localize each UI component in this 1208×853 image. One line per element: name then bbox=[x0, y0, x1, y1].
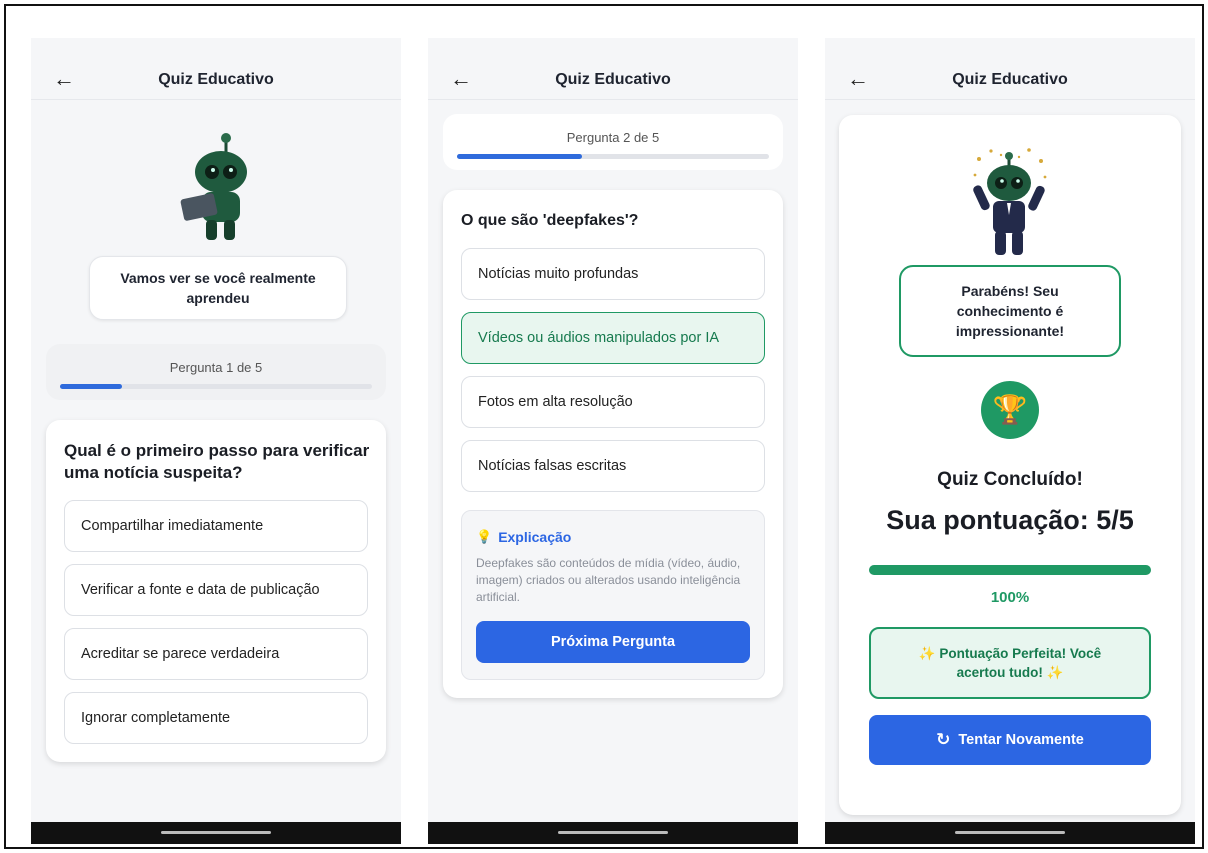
answer-option[interactable]: Notícias muito profundas bbox=[461, 248, 765, 300]
quiz-screen-results: ← Quiz Educativo Parabéns! Seu conhecime… bbox=[825, 38, 1195, 844]
progress-fill bbox=[60, 384, 123, 389]
explanation-header: 💡 Explicação bbox=[476, 529, 571, 545]
answer-label: Acreditar se parece verdadeira bbox=[81, 646, 280, 662]
score-text: Sua pontuação: 5/5 bbox=[886, 505, 1134, 535]
app-title: Quiz Educativo bbox=[158, 70, 274, 88]
question-card: O que são 'deepfakes'? Notícias muito pr… bbox=[443, 190, 783, 698]
progress-card: Pergunta 2 de 5 bbox=[443, 114, 783, 170]
home-indicator[interactable] bbox=[955, 831, 1065, 834]
quiz-screen-question-2: ← Quiz Educativo Pergunta 2 de 5 O que s… bbox=[428, 38, 798, 844]
status-bar bbox=[825, 38, 1195, 60]
answer-label: Verificar a fonte e data de publicação bbox=[81, 582, 320, 598]
question-text: O que são 'deepfakes'? bbox=[461, 212, 639, 229]
score-progress-track bbox=[869, 565, 1151, 575]
explanation-box: 💡 Explicação Deepfakes são conteúdos de … bbox=[461, 510, 765, 680]
trophy-badge: 🏆 bbox=[981, 381, 1039, 439]
app-bar: ← Quiz Educativo bbox=[825, 60, 1195, 100]
explanation-text: Deepfakes são conteúdos de mídia (vídeo,… bbox=[476, 556, 741, 604]
retry-label: Tentar Novamente bbox=[958, 732, 1084, 748]
perfect-score-text: ✨ Pontuação Perfeita! Você acertou tudo!… bbox=[918, 646, 1102, 680]
answer-label: Compartilhar imediatamente bbox=[81, 518, 264, 534]
robot-mascot-celebrating bbox=[973, 148, 1047, 255]
answer-option[interactable]: Fotos em alta resolução bbox=[461, 376, 765, 428]
robot-mascot bbox=[180, 133, 247, 240]
speech-bubble: Parabéns! Seu conhecimento é impressiona… bbox=[899, 265, 1121, 357]
perfect-score-banner: ✨ Pontuação Perfeita! Você acertou tudo!… bbox=[869, 627, 1151, 699]
answer-option[interactable]: Compartilhar imediatamente bbox=[64, 500, 368, 552]
score-progress-fill bbox=[869, 565, 1151, 575]
system-nav-bar bbox=[428, 822, 798, 844]
answer-option[interactable]: Acreditar se parece verdadeira bbox=[64, 628, 368, 680]
speech-text: Vamos ver se você realmente aprendeu bbox=[120, 270, 316, 306]
answer-option[interactable]: Ignorar completamente bbox=[64, 692, 368, 744]
next-question-label: Próxima Pergunta bbox=[550, 634, 676, 650]
progress-label: Pergunta 2 de 5 bbox=[566, 130, 660, 145]
speech-bubble: Vamos ver se você realmente aprendeu bbox=[89, 256, 347, 320]
answer-option-selected-correct[interactable]: Vídeos ou áudios manipulados por IA bbox=[461, 312, 765, 364]
app-title: Quiz Educativo bbox=[952, 70, 1068, 88]
answer-label: Fotos em alta resolução bbox=[478, 394, 633, 410]
progress-label: Pergunta 1 de 5 bbox=[169, 360, 263, 375]
status-bar bbox=[428, 38, 798, 60]
answer-label: Vídeos ou áudios manipulados por IA bbox=[478, 330, 720, 346]
answer-option[interactable]: Verificar a fonte e data de publicação bbox=[64, 564, 368, 616]
refresh-icon: ↻ bbox=[936, 730, 951, 749]
quiz-complete-title: Quiz Concluído! bbox=[937, 469, 1083, 490]
question-card: Qual é o primeiro passo para verificar u… bbox=[46, 420, 386, 762]
speech-text: Parabéns! Seu conhecimento é impressiona… bbox=[955, 283, 1065, 339]
back-arrow-icon[interactable]: ← bbox=[450, 66, 472, 92]
progress-card: Pergunta 1 de 5 bbox=[46, 344, 386, 400]
progress-track bbox=[60, 384, 372, 389]
question-text: Qual é o primeiro passo para verificar u… bbox=[64, 441, 370, 482]
next-question-button[interactable]: Próxima Pergunta bbox=[476, 621, 750, 663]
system-nav-bar bbox=[825, 822, 1195, 844]
answer-label: Ignorar completamente bbox=[81, 710, 231, 726]
back-arrow-icon[interactable]: ← bbox=[847, 66, 869, 92]
results-card: Parabéns! Seu conhecimento é impressiona… bbox=[839, 115, 1181, 815]
score-percent: 100% bbox=[990, 589, 1030, 606]
explanation-title: Explicação bbox=[498, 529, 572, 545]
answer-label: Notícias muito profundas bbox=[478, 266, 639, 282]
answer-option[interactable]: Notícias falsas escritas bbox=[461, 440, 765, 492]
app-bar: ← Quiz Educativo bbox=[31, 60, 401, 100]
home-indicator[interactable] bbox=[161, 831, 271, 834]
retry-button[interactable]: ↻ Tentar Novamente bbox=[869, 715, 1151, 765]
lightbulb-icon: 💡 bbox=[476, 529, 493, 544]
back-arrow-icon[interactable]: ← bbox=[53, 66, 75, 92]
app-title: Quiz Educativo bbox=[555, 70, 671, 88]
progress-fill bbox=[457, 154, 582, 159]
home-indicator[interactable] bbox=[558, 831, 668, 834]
system-nav-bar bbox=[31, 822, 401, 844]
app-bar: ← Quiz Educativo bbox=[428, 60, 798, 100]
status-bar bbox=[31, 38, 401, 60]
progress-track bbox=[457, 154, 769, 159]
quiz-screen-question-1: ← Quiz Educativo Vamos ver se você realm… bbox=[31, 38, 401, 844]
trophy-icon: 🏆 bbox=[992, 394, 1028, 425]
answer-label: Notícias falsas escritas bbox=[478, 458, 627, 474]
